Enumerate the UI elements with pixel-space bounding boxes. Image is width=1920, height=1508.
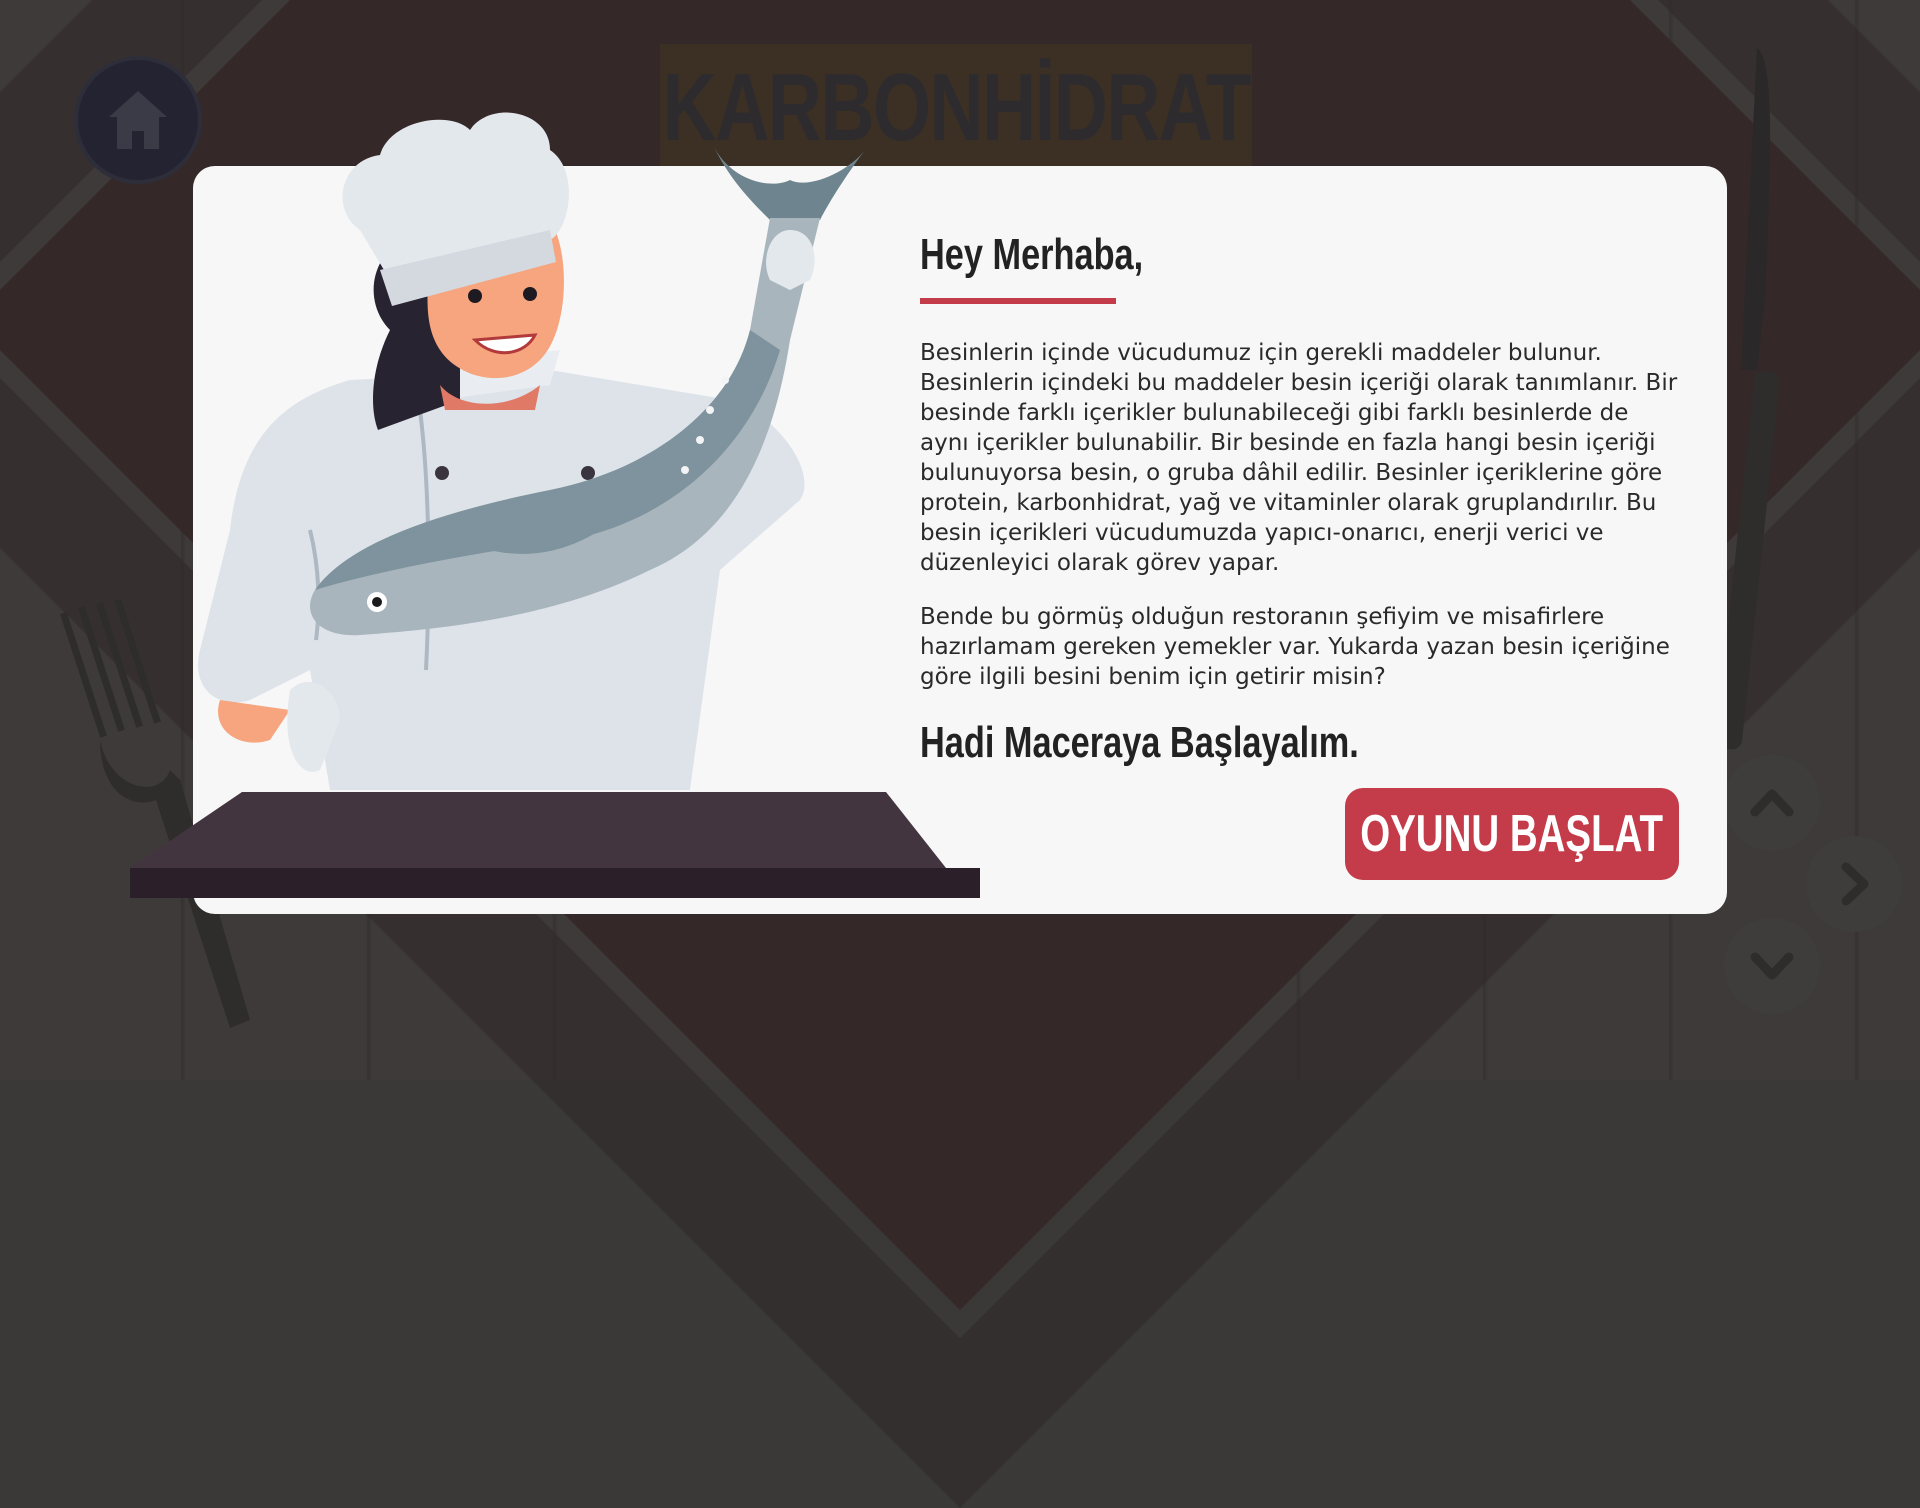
chevron-up-icon [1750,789,1794,817]
greeting-heading: Hey Merhaba, [920,230,1144,279]
greeting-underline [920,298,1116,304]
chevron-down-icon [1750,952,1794,980]
up-button[interactable] [1724,755,1820,851]
dialog-content: Hey Merhaba, Besinlerin içinde vücudumuz… [920,230,1680,768]
story-paragraph: Bende bu görmüş olduğun restoranın şefiy… [920,604,1670,690]
adventure-heading: Hadi Maceraya Başlayalım. [920,718,1359,767]
down-button[interactable] [1724,918,1820,1014]
start-game-button[interactable]: OYUNU BAŞLAT [1345,788,1679,880]
chef-illustration [130,112,980,898]
start-game-label: OYUNU BAŞLAT [1360,805,1664,863]
right-button[interactable] [1806,836,1902,932]
intro-paragraph: Besinlerin içinde vücudumuz için gerekli… [920,340,1678,576]
chevron-right-icon [1841,862,1869,906]
